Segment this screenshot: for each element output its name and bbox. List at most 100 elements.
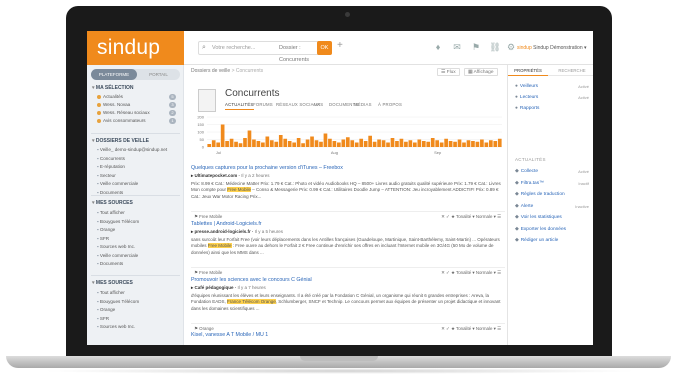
chart-bar[interactable] (408, 140, 413, 147)
right-panel-action[interactable]: ◆ Voir les statistiques (515, 215, 562, 220)
tab-5[interactable]: MÉDIAS (354, 102, 372, 107)
tag-icon[interactable]: ⚑ (470, 41, 482, 53)
sidebar-item-selection[interactable]: Wess. Novaa (97, 102, 130, 107)
chart-bar[interactable] (234, 141, 238, 147)
chart-bar[interactable] (269, 140, 274, 147)
chart-bar[interactable] (448, 141, 453, 147)
gear-icon[interactable]: ⚙ (505, 41, 517, 53)
chart-bar[interactable] (497, 138, 502, 147)
article-title-link[interactable]: Promouvoir les sciences avec le concours… (191, 277, 505, 283)
chart-bar[interactable] (350, 140, 355, 147)
chart-bar[interactable] (462, 142, 466, 148)
chart-bar[interactable] (390, 138, 395, 147)
chart-bar[interactable] (368, 135, 372, 147)
section-watch-folders[interactable]: DOSSIERS DE VEILLE (92, 138, 149, 144)
chart-bar[interactable] (493, 141, 498, 147)
chart-bar[interactable] (256, 141, 261, 147)
chart-bar[interactable] (261, 142, 265, 148)
chart-bar[interactable] (216, 142, 221, 148)
chart-bar[interactable] (301, 143, 305, 147)
chart-bar[interactable] (417, 139, 422, 148)
sidebar-item-source_items[interactable]: ▪ Orange (97, 227, 115, 232)
tone-select[interactable]: Tonalité (456, 270, 471, 275)
chart-bar[interactable] (274, 141, 279, 147)
chart-bar[interactable] (287, 141, 292, 147)
sidebar-item-source_items[interactable]: ▪ Tout afficher (97, 210, 125, 215)
chart-bar[interactable] (243, 138, 247, 147)
article-title-link[interactable]: Kisel, vanesse A T Mobile / MU 1 (191, 332, 505, 338)
tab-platform[interactable]: PLATEFORME (91, 69, 137, 80)
flux-button[interactable]: ☰ Flux (437, 68, 460, 76)
chart-bar[interactable] (229, 138, 234, 147)
right-panel-item[interactable]: ● Veilleurs (515, 84, 538, 89)
chart-bar[interactable] (404, 141, 408, 147)
chart-bar[interactable] (439, 142, 444, 148)
sidebar-item-source_items[interactable]: ▪ SFR (97, 236, 109, 241)
sidebar-item-folder_items[interactable]: ▪ Veille commerciale (97, 181, 138, 186)
right-panel-action[interactable]: ◆ Alerte (515, 204, 533, 209)
chart-bar[interactable] (238, 143, 243, 147)
mail-icon[interactable]: ✉ (451, 41, 463, 53)
chart-bar[interactable] (381, 140, 386, 147)
article-title-link[interactable]: Quelques captures pour la prochaine vers… (191, 165, 505, 171)
sidebar-item-source_items_2[interactable]: ▪ Sources web Inc. (97, 324, 135, 329)
chart-bar[interactable] (377, 139, 381, 148)
sindup-logo[interactable]: sindup (87, 31, 184, 65)
right-panel-action[interactable]: ◆ Filtra.tas™ (515, 181, 544, 186)
tone-select[interactable]: Tonalité (456, 214, 471, 219)
chart-bar[interactable] (283, 138, 288, 147)
tab-0[interactable]: ACTUALITÉS (225, 102, 254, 110)
sidebar-item-folder_items[interactable]: ▪ E-réputation (97, 164, 125, 169)
chart-bar[interactable] (296, 138, 301, 147)
chart-bar[interactable] (421, 141, 426, 147)
chart-bar[interactable] (207, 144, 212, 147)
chart-bar[interactable] (314, 140, 319, 147)
more-menu-icon[interactable]: ☰ (497, 270, 501, 275)
right-panel-action[interactable]: ◆ Rédiger un article (515, 238, 558, 243)
priority-select[interactable]: Normale (476, 270, 493, 275)
search-ok-button[interactable]: OK (317, 41, 332, 55)
chart-bar[interactable] (292, 142, 296, 148)
more-menu-icon[interactable]: ☰ (497, 326, 501, 331)
sidebar-item-selection[interactable]: Wess. Réseau sociaux (97, 110, 150, 115)
tab-properties[interactable]: PROPRIÉTÉS (508, 65, 548, 76)
chart-bar[interactable] (278, 135, 283, 147)
article-source-name[interactable]: Ultimatepocket.com (195, 173, 238, 178)
chart-bar[interactable] (395, 141, 399, 147)
chart-bar[interactable] (426, 141, 431, 147)
article-title-link[interactable]: Tablettes | Android-Logiciels.fr (191, 221, 505, 227)
chart-bar[interactable] (488, 140, 493, 147)
chart-bar[interactable] (430, 138, 435, 147)
chart-bar[interactable] (319, 141, 323, 147)
sidebar-item-folder_items[interactable]: ▪ Concurrents (97, 156, 125, 161)
chart-bar[interactable] (332, 141, 337, 147)
search-input[interactable]: ⌕ Votre recherche... Dossier : Concurren… (198, 41, 331, 63)
chart-bar[interactable] (413, 142, 417, 148)
chart-bar[interactable] (471, 141, 475, 147)
right-panel-action[interactable]: ◆ Règles de traduction (515, 192, 565, 197)
add-icon[interactable]: + (337, 40, 343, 51)
sidebar-item-source_items_2[interactable]: ▪ Bouygues Télécom (97, 299, 139, 304)
chart-bar[interactable] (265, 136, 270, 148)
sidebar-item-source_items_2[interactable]: ▪ Orange (97, 307, 115, 312)
chart-bar[interactable] (310, 136, 314, 148)
chart-bar[interactable] (457, 139, 462, 148)
chart-bar[interactable] (247, 130, 252, 148)
chart-bar[interactable] (341, 139, 346, 148)
priority-select[interactable]: Normale (476, 214, 493, 219)
chart-bar[interactable] (252, 139, 256, 148)
chart-bar[interactable] (225, 141, 229, 147)
sidebar-item-source_items[interactable]: ▪ Bouygues Télécom (97, 219, 139, 224)
right-panel-action[interactable]: ◆ Exporter les données (515, 227, 566, 232)
chart-bar[interactable] (328, 138, 332, 147)
sidebar-item-folder_items[interactable]: ▪ Documents (97, 190, 123, 195)
tab-search[interactable]: RECHERCHE (550, 65, 593, 76)
sidebar-item-source_items[interactable]: ▪ Sources web Inc. (97, 244, 135, 249)
user-menu[interactable]: sindup Sindup Démonstration ▾ (517, 45, 587, 51)
sidebar-item-source_items[interactable]: ▪ Documents (97, 261, 123, 266)
chart-bar[interactable] (386, 142, 390, 148)
more-menu-icon[interactable]: ☰ (497, 214, 501, 219)
sidebar-item-source_items_2[interactable]: ▪ Tout afficher (97, 290, 125, 295)
sidebar-item-source_items[interactable]: ▪ Veille commerciale (97, 253, 138, 258)
display-button[interactable]: ▦ Affichage (464, 68, 498, 76)
